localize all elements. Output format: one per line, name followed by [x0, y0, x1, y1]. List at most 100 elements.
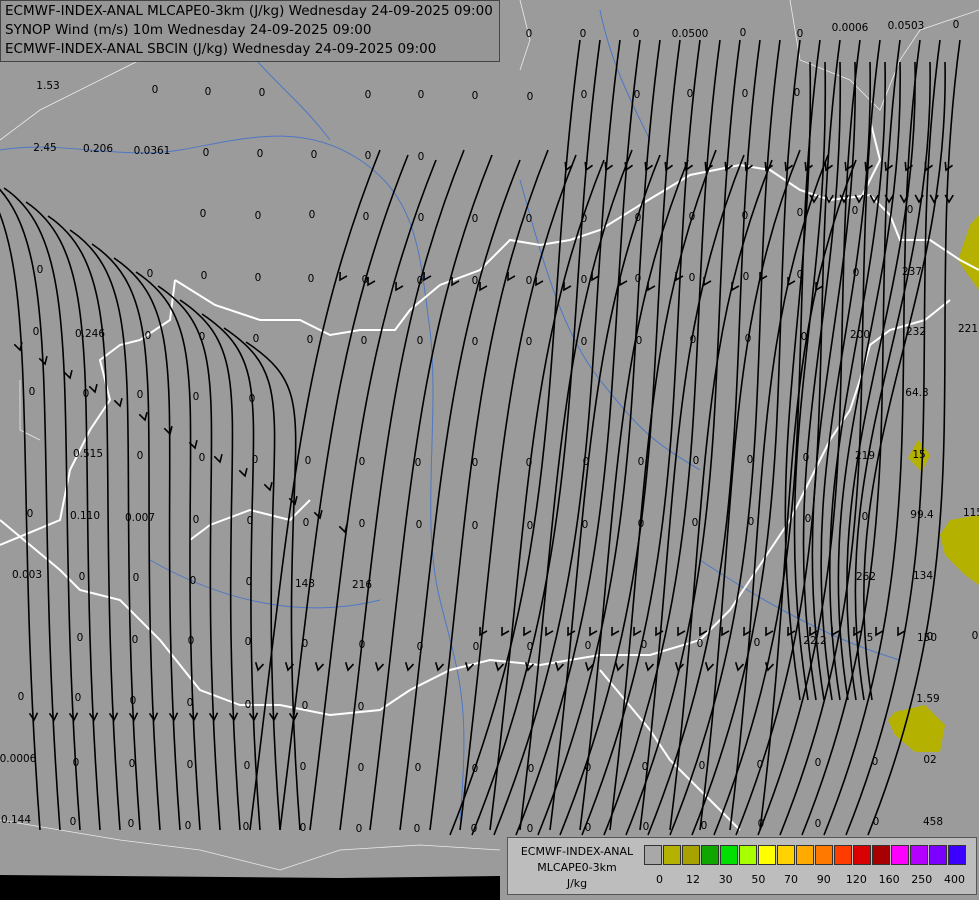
map-value-label: 0: [527, 641, 534, 653]
legend-swatch: [910, 845, 928, 865]
map-value-label: 64.3: [905, 387, 928, 399]
map-value-label: 134: [913, 570, 933, 582]
map-value-label: 0: [362, 274, 369, 286]
map-value-label: 0: [185, 820, 192, 832]
legend-title-line2: MLCAPE0-3km: [537, 861, 617, 874]
map-value-label: 0: [311, 149, 318, 161]
map-value-label: 2.45: [33, 142, 56, 154]
map-value-label: 0: [852, 205, 859, 217]
map-value-label: 0: [187, 759, 194, 771]
weather-map: 1.53 0 0 0 0 0 0 2.45 0.206 0.0361 0 0 0 0 0 0.0500 0.00…: [0, 0, 979, 900]
map-value-label: 150: [917, 632, 937, 644]
legend-swatch: [739, 845, 757, 865]
map-value-label: 216: [352, 579, 372, 591]
map-value-label: 0: [358, 762, 365, 774]
map-value-label: 0: [147, 268, 154, 280]
map-value-label: 0: [27, 508, 34, 520]
map-value-label: 0: [471, 823, 478, 835]
map-value-label: 115: [963, 507, 979, 519]
map-value-label: 0: [300, 822, 307, 834]
map-value-label: 0: [77, 632, 84, 644]
map-value-label: 0: [527, 520, 534, 532]
map-value-label: 0: [689, 211, 696, 223]
map-value-label: 0: [249, 393, 256, 405]
map-value-label: 0: [797, 207, 804, 219]
map-value-label: 0: [699, 760, 706, 772]
map-value-label: 0: [417, 275, 424, 287]
map-value-label: 0: [815, 757, 822, 769]
map-value-label: 0: [29, 386, 36, 398]
map-value-label: 0: [527, 91, 534, 103]
legend-swatch: [758, 845, 776, 865]
map-value-label: 0: [188, 635, 195, 647]
legend-swatch: [929, 845, 947, 865]
map-value-label: 0.0361: [134, 145, 171, 157]
map-value-label: 0: [255, 210, 262, 222]
map-value-label: 0: [635, 273, 642, 285]
map-value-label: 0: [417, 641, 424, 653]
map-value-label: 0: [137, 450, 144, 462]
legend-swatch: [796, 845, 814, 865]
map-value-label: 0: [363, 211, 370, 223]
map-value-label: 0: [797, 28, 804, 40]
map-value-label: 0: [300, 761, 307, 773]
map-value-label: 0: [132, 634, 139, 646]
map-value-label: 5: [867, 632, 874, 644]
legend-swatch: [777, 845, 795, 865]
header-line-wind: SYNOP Wind (m/s) 10m Wednesday 24-09-202…: [5, 22, 372, 38]
legend-swatch: [815, 845, 833, 865]
map-value-label: 0: [526, 457, 533, 469]
legend-tick-label: 90: [816, 873, 831, 886]
map-value-label: 0: [193, 514, 200, 526]
map-value-label: 0: [873, 816, 880, 828]
legend-swatch: [682, 845, 700, 865]
map-value-label: 0: [697, 638, 704, 650]
map-value-label: 0: [414, 823, 421, 835]
map-value-label: 0: [635, 212, 642, 224]
map-value-label: 0: [580, 28, 587, 40]
legend-swatch: [701, 845, 719, 865]
legend-swatch: [834, 845, 852, 865]
map-value-label: 0: [643, 821, 650, 833]
map-value-label: 0: [701, 820, 708, 832]
map-value-label: 0: [73, 757, 80, 769]
map-value-label: 0: [137, 389, 144, 401]
map-value-label: 0: [203, 147, 210, 159]
map-value-label: 02: [923, 754, 936, 766]
map-value-label: 0: [259, 87, 266, 99]
map-value-label: 0: [758, 818, 765, 830]
map-value-label: 0: [636, 335, 643, 347]
legend-ticks: 0 12 30 50 70 90 120 160 250 400: [644, 873, 974, 887]
map-value-label: 458: [923, 816, 943, 828]
map-bottom-edge: [0, 875, 500, 900]
map-value-label: 0: [803, 452, 810, 464]
legend-title: ECMWF-INDEX-ANAL MLCAPE0-3km J/kg: [512, 844, 642, 892]
map-value-label: 0: [526, 275, 533, 287]
map-value-label: 0: [585, 762, 592, 774]
map-value-label: 0: [205, 86, 212, 98]
map-value-label: 0.0503: [888, 20, 925, 32]
map-value-label: 0: [528, 763, 535, 775]
map-value-label: 0: [527, 823, 534, 835]
header-line-cin: ECMWF-INDEX-ANAL SBCIN (J/kg) Wednesday …: [5, 41, 437, 57]
map-value-label: 0: [472, 457, 479, 469]
map-value-label: 0: [245, 699, 252, 711]
map-value-label: 0: [794, 87, 801, 99]
map-value-label: 0: [526, 213, 533, 225]
map-value-label: 0: [687, 88, 694, 100]
map-value-label: 0: [972, 630, 979, 642]
map-value-label: 0.0500: [672, 28, 709, 40]
map-value-label: 0: [748, 516, 755, 528]
map-value-label: 0: [201, 270, 208, 282]
map-value-label: 0: [199, 331, 206, 343]
map-value-label: 0: [190, 575, 197, 587]
map-value-label: 237: [902, 266, 922, 278]
legend-tick-label: 30: [718, 873, 733, 886]
map-value-label: 1.59: [916, 693, 939, 705]
map-value-label: 0: [638, 518, 645, 530]
map-value-label: 0.515: [73, 448, 103, 460]
map-value-label: 0: [526, 336, 533, 348]
map-value-label: 0: [33, 326, 40, 338]
map-value-label: 0: [152, 84, 159, 96]
map-value-label: 0: [417, 335, 424, 347]
